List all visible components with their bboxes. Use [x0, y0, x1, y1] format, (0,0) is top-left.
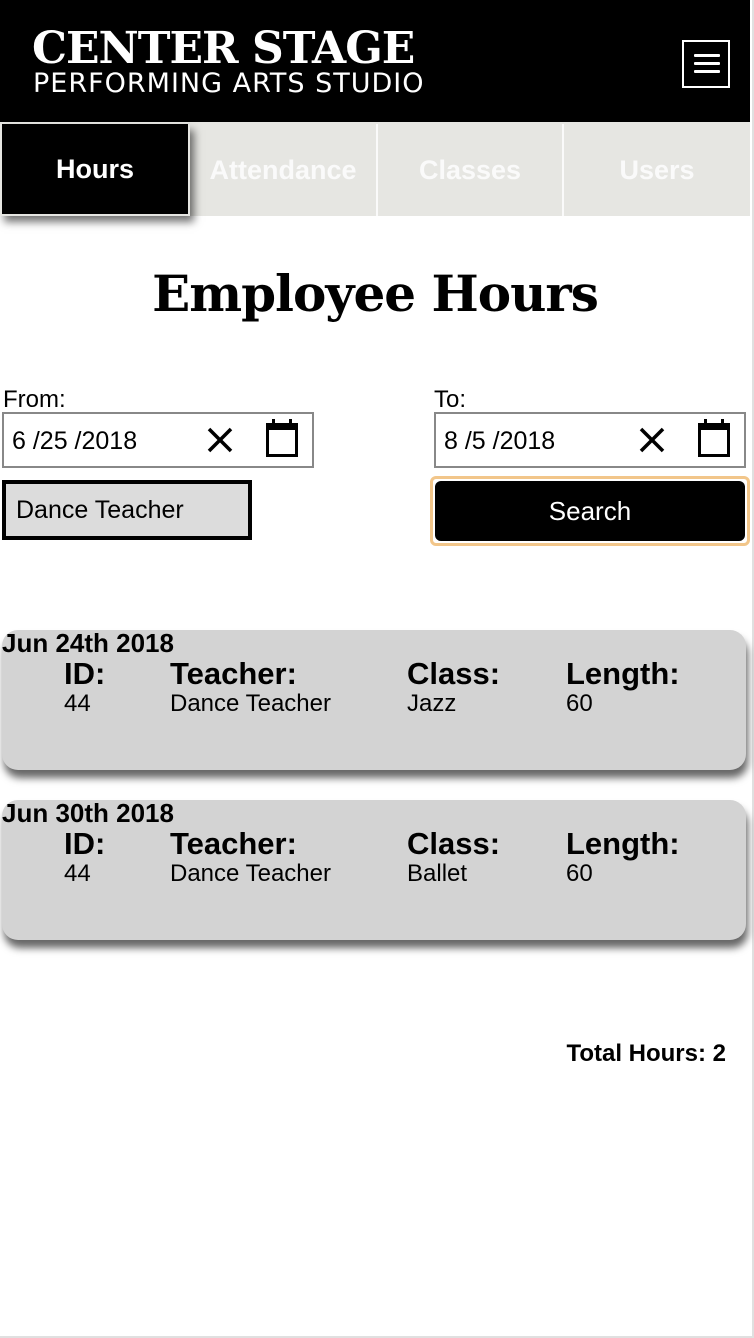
tab-attendance[interactable]: Attendance [190, 124, 376, 216]
id-header: ID: [64, 826, 106, 861]
from-date-value: 6 /25 /2018 [12, 427, 138, 455]
from-calendar-icon[interactable] [266, 419, 298, 457]
clear-to-date-icon[interactable] [638, 426, 666, 454]
to-date-value: 8 /5 /2018 [444, 427, 556, 455]
brand-title[interactable]: CENTER STAGE [32, 24, 415, 74]
total-hours: Total Hours: 2 [566, 1040, 726, 1067]
entry-id: 44 [64, 690, 91, 717]
class-header: Class: [407, 656, 501, 691]
entry-class: Jazz [407, 690, 457, 717]
from-label: From: [3, 386, 66, 413]
teacher-select-value: Dance Teacher [16, 496, 184, 524]
clear-from-date-icon[interactable] [206, 426, 234, 454]
search-button[interactable]: Search [430, 476, 750, 546]
id-header: ID: [64, 656, 106, 691]
length-header: Length: [566, 826, 680, 861]
entry-length: 60 [566, 860, 593, 887]
to-date-input[interactable]: 8 /5 /2018 [434, 412, 746, 468]
teacher-header: Teacher: [170, 826, 297, 861]
class-header: Class: [407, 826, 501, 861]
brand-subtitle: PERFORMING ARTS STUDIO [33, 68, 425, 99]
entry-length: 60 [566, 690, 593, 717]
to-label: To: [434, 386, 467, 413]
teacher-select[interactable]: Dance Teacher [2, 480, 252, 540]
entry-teacher: Dance Teacher [170, 690, 331, 717]
entry-date: Jun 24th 2018 [2, 628, 174, 658]
to-calendar-icon[interactable] [698, 419, 730, 457]
from-date-input[interactable]: 6 /25 /2018 [2, 412, 314, 468]
page-title: Employee Hours [152, 264, 599, 323]
entry-class: Ballet [407, 860, 468, 887]
search-button-label: Search [435, 481, 745, 541]
site-header: CENTER STAGE PERFORMING ARTS STUDIO [0, 0, 750, 122]
length-header: Length: [566, 656, 680, 691]
hours-entry-card: Jun 24th 2018 ID: Teacher: Class: Length… [2, 628, 746, 770]
entry-id: 44 [64, 860, 91, 887]
teacher-header: Teacher: [170, 656, 297, 691]
entry-date: Jun 30th 2018 [2, 798, 174, 828]
entry-teacher: Dance Teacher [170, 860, 331, 887]
tab-bar: Hours Attendance Classes Users [0, 122, 750, 216]
hours-entry-card: Jun 30th 2018 ID: Teacher: Class: Length… [2, 798, 746, 940]
tab-hours[interactable]: Hours [0, 124, 190, 216]
hamburger-menu-icon[interactable] [682, 40, 730, 88]
tab-users[interactable]: Users [562, 124, 750, 216]
tab-classes[interactable]: Classes [376, 124, 562, 216]
